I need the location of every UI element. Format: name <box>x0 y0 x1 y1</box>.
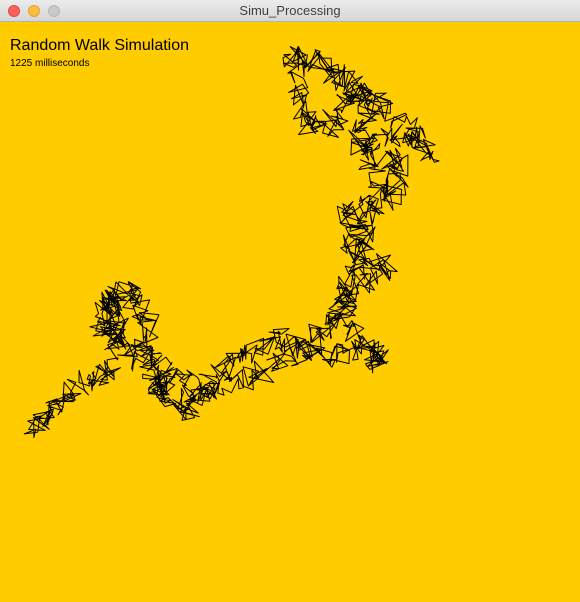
sketch-canvas: Random Walk Simulation 1225 milliseconds <box>0 22 580 602</box>
random-walk-path <box>23 45 440 438</box>
elapsed-time-label: 1225 milliseconds <box>10 58 90 69</box>
title-bar[interactable]: Simu_Processing <box>0 0 580 22</box>
simulation-heading: Random Walk Simulation <box>10 37 190 54</box>
app-window: Simu_Processing Random Walk Simulation 1… <box>0 0 580 602</box>
window-title: Simu_Processing <box>239 3 341 18</box>
random-walk-path-graphic <box>23 45 440 438</box>
